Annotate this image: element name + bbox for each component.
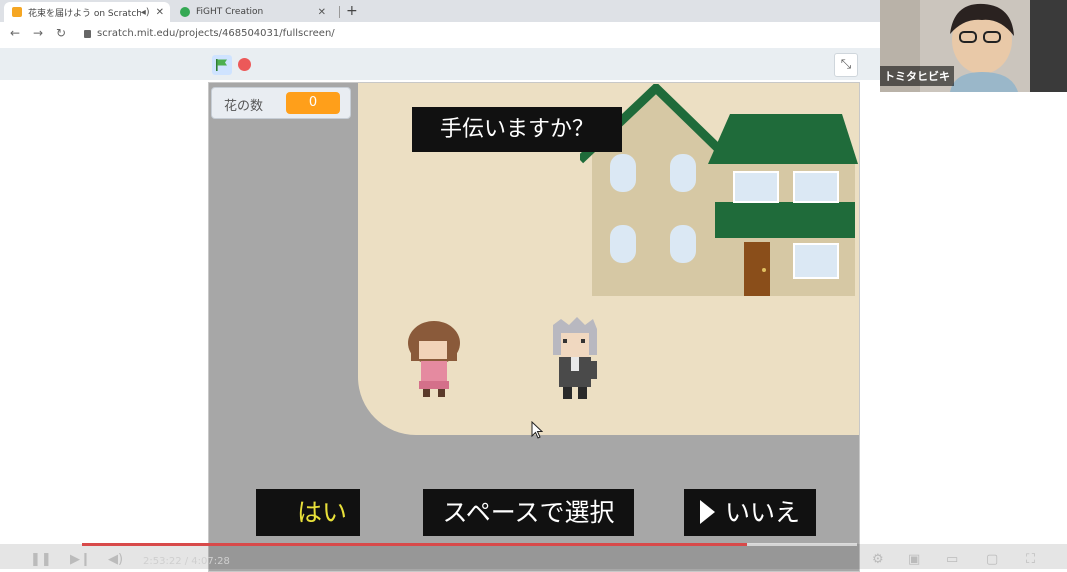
participant-name: トミタヒビキ	[880, 66, 954, 86]
choice-yes[interactable]: はい	[256, 489, 360, 536]
pause-icon[interactable]: ❚❚	[30, 552, 52, 567]
tab-title: FiGHT Creation	[196, 7, 264, 17]
exit-fullscreen-button[interactable]: ⤡	[834, 53, 858, 77]
scratch-stage[interactable]: 花の数 0 手伝いますか？ はい スペースで選択 いいえ	[208, 82, 860, 572]
address-bar[interactable]: scratch.mit.edu/projects/468504031/fulls…	[97, 28, 335, 39]
tab-audio-icon[interactable]: ◂)	[141, 7, 150, 18]
choice-no[interactable]: いいえ	[684, 489, 816, 536]
fullscreen-icon[interactable]: ⛶	[1026, 552, 1035, 567]
tab-close-icon[interactable]: ✕	[318, 7, 326, 18]
forward-arrow-icon[interactable]: →	[33, 26, 43, 40]
choice-no-label: いいえ	[724, 498, 800, 527]
scratch-favicon-icon	[12, 7, 22, 17]
old-man-sprite[interactable]	[547, 317, 603, 401]
next-icon[interactable]: ▶❙	[70, 552, 91, 567]
speech-bubble: 手伝いますか？	[412, 107, 622, 152]
house-sprite	[580, 84, 858, 296]
progress-bar-remaining[interactable]	[747, 543, 857, 546]
volume-icon[interactable]: ◀)	[108, 552, 123, 567]
variable-value: 0	[286, 92, 340, 114]
variable-name: 花の数	[224, 99, 264, 114]
tab-fight-creation[interactable]: FiGHT Creation ✕	[172, 2, 332, 22]
tab-title: 花束を届けよう on Scratch	[28, 8, 141, 19]
stop-button[interactable]	[238, 58, 251, 71]
new-tab-button[interactable]: +	[346, 3, 358, 19]
girl-sprite[interactable]	[405, 319, 463, 399]
variable-monitor: 花の数 0	[211, 87, 351, 119]
tab-close-icon[interactable]: ✕	[156, 7, 164, 18]
playback-time: 2:53:22 / 4:07:28	[143, 556, 230, 567]
choice-select-instruction: スペースで選択	[423, 489, 634, 536]
settings-icon[interactable]: ⚙	[872, 552, 884, 567]
cast-icon[interactable]: ▢	[986, 552, 998, 567]
participant-video[interactable]: トミタヒビキ	[880, 0, 1067, 92]
exit-fullscreen-icon: ⤡	[840, 57, 852, 72]
fight-favicon-icon	[180, 7, 190, 17]
progress-bar[interactable]	[82, 543, 747, 546]
green-flag-button[interactable]	[212, 55, 232, 75]
selection-arrow-icon	[699, 500, 715, 524]
tab-scratch-project[interactable]: 花束を届けよう on Scratch ◂) ✕	[4, 2, 170, 22]
theater-icon[interactable]: ▭	[946, 552, 958, 567]
back-arrow-icon[interactable]: ←	[10, 26, 20, 40]
lock-icon	[84, 30, 91, 38]
miniplayer-icon[interactable]: ▣	[908, 552, 920, 567]
reload-icon[interactable]: ↻	[56, 26, 66, 40]
tab-separator	[339, 6, 340, 18]
green-flag-icon	[216, 59, 227, 71]
mouse-cursor-icon	[531, 421, 543, 439]
